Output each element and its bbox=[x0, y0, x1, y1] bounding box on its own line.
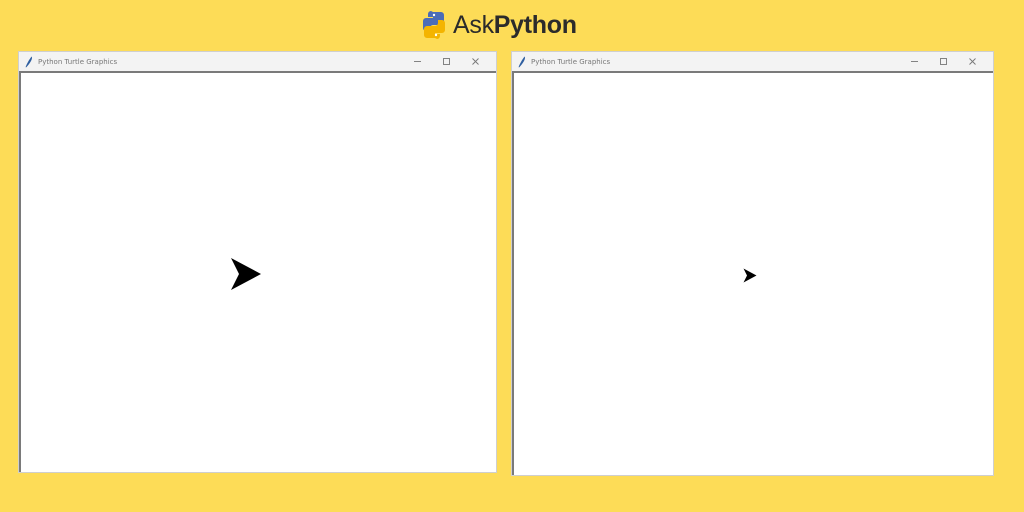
maximize-button[interactable] bbox=[929, 52, 958, 71]
turtle-window-left[interactable]: Python Turtle Graphics bbox=[18, 51, 497, 473]
maximize-icon bbox=[940, 58, 947, 65]
window-title: Python Turtle Graphics bbox=[38, 57, 118, 66]
askpython-logo: AskPython bbox=[419, 8, 577, 42]
turtle-window-right[interactable]: Python Turtle Graphics bbox=[511, 51, 994, 476]
maximize-button[interactable] bbox=[432, 52, 461, 71]
close-button[interactable] bbox=[958, 52, 987, 71]
window-titlebar[interactable]: Python Turtle Graphics bbox=[19, 52, 496, 72]
maximize-icon bbox=[443, 58, 450, 65]
brand-name-bold: Python bbox=[493, 11, 577, 39]
python-logo-icon bbox=[423, 11, 445, 39]
minimize-icon bbox=[911, 61, 918, 62]
close-icon bbox=[969, 58, 976, 65]
window-titlebar[interactable]: Python Turtle Graphics bbox=[512, 52, 993, 72]
brand-name: AskPython bbox=[453, 8, 577, 42]
window-title: Python Turtle Graphics bbox=[531, 57, 611, 66]
brand-name-prefix: Ask bbox=[453, 11, 494, 39]
feather-icon bbox=[25, 56, 32, 67]
turtle-canvas[interactable] bbox=[19, 71, 496, 472]
turtle-arrow-icon bbox=[231, 258, 261, 290]
close-button[interactable] bbox=[461, 52, 490, 71]
feather-icon bbox=[518, 56, 525, 67]
minimize-icon bbox=[414, 61, 421, 62]
minimize-button[interactable] bbox=[900, 52, 929, 71]
close-icon bbox=[472, 58, 479, 65]
turtle-canvas[interactable] bbox=[512, 71, 993, 475]
minimize-button[interactable] bbox=[403, 52, 432, 71]
turtle-arrow-icon bbox=[743, 268, 757, 283]
